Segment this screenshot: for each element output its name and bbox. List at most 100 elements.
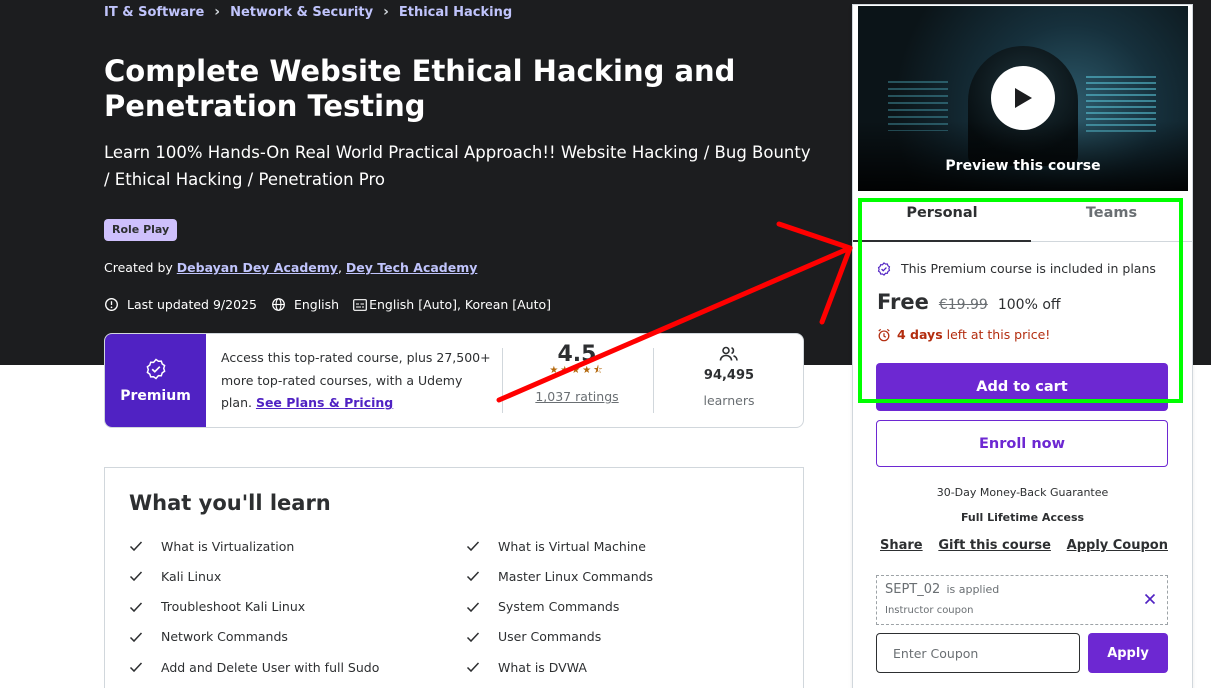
plans-notice: This Premium course is included in plans (877, 261, 1156, 276)
coupon-code-text: SEPT_02 (885, 582, 941, 597)
learn-item: What is DVWA (466, 657, 803, 677)
learners-number: 94,495 (703, 368, 755, 383)
coupon-input[interactable] (876, 633, 1080, 673)
premium-tag: Premium (105, 334, 206, 427)
check-icon (129, 541, 143, 552)
learners-icon (719, 346, 738, 361)
timer-days: 4 days (897, 327, 943, 342)
check-icon (466, 602, 480, 612)
verified-icon (877, 261, 891, 276)
learn-item: Troubleshoot Kali Linux (129, 597, 466, 617)
coupon-code: SEPT_02 is applied (885, 582, 999, 597)
breadcrumb-it-software[interactable]: IT & Software (104, 5, 204, 20)
learn-item-text: Troubleshoot Kali Linux (161, 599, 306, 615)
globe-icon (272, 298, 285, 311)
learn-item-text: Kali Linux (161, 568, 222, 584)
see-plans-link[interactable]: See Plans & Pricing (256, 395, 393, 410)
course-subtitle: Learn 100% Hands-On Real World Practical… (104, 143, 811, 189)
check-icon (129, 602, 143, 612)
breadcrumb-ethical-hacking[interactable]: Ethical Hacking (399, 5, 512, 20)
check-icon (129, 662, 143, 673)
timer-text: left at this price! (946, 327, 1051, 342)
applied-coupon: SEPT_02 is applied Instructor coupon (876, 575, 1168, 625)
enroll-now-button[interactable]: Enroll now (876, 420, 1168, 467)
course-rating: 4.5 ★★★★⯪ 1,037 ratings (502, 342, 652, 404)
tab-teams[interactable]: Teams (1031, 198, 1192, 242)
role-play-badge: Role Play (104, 219, 178, 241)
purchase-sidebar: Preview this course Personal Teams This … (852, 4, 1193, 688)
current-price: Free (877, 290, 929, 314)
learn-item: Kali Linux (129, 566, 466, 586)
learn-item: System Commands (466, 597, 803, 617)
preview-shade (858, 121, 1188, 191)
chevron-right-icon: › (214, 4, 221, 20)
learn-item: What is Virtualization (129, 536, 466, 556)
apply-coupon-button[interactable]: Apply (1088, 633, 1168, 673)
premium-description: Access this top-rated course, plus 27,50… (221, 347, 491, 415)
learn-list: What is Virtualization What is Virtual M… (129, 536, 803, 677)
course-preview[interactable]: Preview this course (858, 6, 1188, 191)
author-link-dey-tech[interactable]: Dey Tech Academy (346, 260, 477, 275)
learn-item-text: System Commands (498, 599, 620, 615)
apply-coupon-link[interactable]: Apply Coupon (1067, 538, 1168, 553)
learn-item: Master Linux Commands (466, 566, 803, 586)
last-updated-text: Last updated 9/2025 (127, 297, 257, 312)
learn-item-text: Network Commands (161, 629, 288, 645)
learn-heading: What you'll learn (129, 491, 331, 515)
discount-percent: 100% off (997, 297, 1061, 313)
pricing-tabs: Personal Teams (853, 198, 1192, 242)
learners-label: learners (703, 393, 755, 408)
tab-personal[interactable]: Personal (853, 198, 1031, 242)
check-icon (129, 632, 143, 642)
preview-label: Preview this course (945, 158, 1101, 174)
add-to-cart-button[interactable]: Add to cart (876, 363, 1168, 411)
learn-item: User Commands (466, 627, 803, 647)
plans-text: This Premium course is included in plans (901, 261, 1156, 276)
check-icon (466, 662, 480, 673)
premium-banner: Premium Access this top-rated course, pl… (104, 333, 804, 428)
coupon-type: Instructor coupon (885, 605, 974, 616)
learn-item: Add and Delete User with full Sudo (129, 657, 466, 677)
premium-badge-icon (146, 357, 165, 380)
price-row: Free €19.99 100% off (877, 290, 1061, 314)
learn-item-text: User Commands (498, 629, 602, 645)
course-title: Complete Website Ethical Hacking and Pen… (104, 54, 736, 123)
course-captions: English [Auto], Korean [Auto] (353, 297, 551, 312)
share-link[interactable]: Share (880, 538, 923, 553)
gift-course-link[interactable]: Gift this course (938, 538, 1051, 553)
captions-text: English [Auto], Korean [Auto] (369, 297, 552, 312)
created-by: Created by Debayan Dey Academy, Dey Tech… (104, 260, 477, 275)
ratings-count-link[interactable]: 1,037 ratings (502, 389, 652, 404)
learn-item-text: Master Linux Commands (498, 568, 654, 584)
author-separator: , (337, 260, 342, 275)
action-links: Share Gift this course Apply Coupon (880, 538, 1168, 553)
check-icon (466, 541, 480, 552)
what-youll-learn: What you'll learn What is Virtualization… (104, 467, 804, 688)
learn-item-text: Add and Delete User with full Sudo (161, 659, 380, 675)
chevron-right-icon: › (383, 4, 389, 20)
play-button[interactable] (991, 66, 1055, 130)
check-icon (129, 571, 143, 582)
original-price: €19.99 (938, 297, 988, 313)
money-back-guarantee: 30-Day Money-Back Guarantee (936, 486, 1109, 499)
learn-item-text: What is DVWA (498, 659, 587, 675)
lifetime-access: Full Lifetime Access (960, 511, 1085, 524)
author-link-debayan[interactable]: Debayan Dey Academy (177, 260, 338, 275)
breadcrumb: IT & Software › Network & Security › Eth… (104, 4, 512, 20)
learn-item: What is Virtual Machine (466, 536, 803, 556)
price-timer: 4 days left at this price! (877, 327, 1050, 342)
close-icon[interactable] (1144, 593, 1156, 605)
captions-icon (353, 298, 367, 311)
rating-stars-icon: ★★★★⯪ (549, 365, 605, 376)
language-text: English (293, 297, 340, 312)
course-meta: Last updated 9/2025 English English [Aut… (104, 297, 565, 312)
alarm-icon (878, 328, 890, 341)
premium-label: Premium (120, 387, 191, 404)
created-by-label: Created by (104, 260, 173, 275)
check-icon (466, 571, 480, 582)
check-icon (466, 632, 480, 642)
learn-item-text: What is Virtualization (161, 538, 295, 554)
breadcrumb-network-security[interactable]: Network & Security (230, 5, 373, 20)
learn-item-text: What is Virtual Machine (498, 538, 646, 554)
play-icon (1015, 88, 1032, 108)
